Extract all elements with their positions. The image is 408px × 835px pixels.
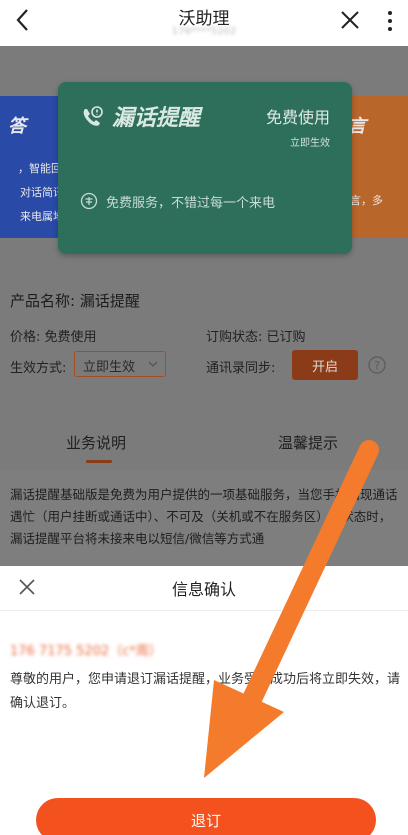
contacts-sync-button[interactable]: 开启 xyxy=(292,350,358,380)
card-left-title: 答 xyxy=(8,116,26,137)
card-right-line: 言，多 xyxy=(350,194,383,207)
confirm-sheet: 信息确认 176 7175 5202（c*周） 尊敬的用户，您申请退订漏话提醒，… xyxy=(0,566,408,835)
unsubscribe-button[interactable]: 退订 xyxy=(36,798,376,835)
card-effect: 立即生效 xyxy=(290,138,330,149)
card-service-desc: 免费服务，不错过每一个来电 xyxy=(106,196,276,211)
svg-text:?: ? xyxy=(374,359,380,372)
carousel-card-main[interactable]: 漏话提醒 免费使用 立即生效 免费服务，不错过每一个来电 xyxy=(58,82,352,254)
product-name: 产品名称: 漏话提醒 xyxy=(10,292,140,310)
divider xyxy=(0,610,408,611)
close-icon[interactable] xyxy=(338,8,362,32)
card-price: 免费使用 xyxy=(266,108,331,127)
more-vertical-icon[interactable] xyxy=(384,10,396,32)
effect-mode-select[interactable]: 立即生效 xyxy=(74,351,166,377)
help-question-icon[interactable]: ? xyxy=(368,356,386,374)
order-status: 订购状态: 已订购 xyxy=(206,330,306,345)
card-left-line: ，智能回 xyxy=(18,162,62,175)
tab-business-description[interactable]: 业务说明 xyxy=(66,432,126,453)
price-label: 价格: 免费使用 xyxy=(10,330,97,345)
tab-warm-tips[interactable]: 温馨提示 xyxy=(278,432,338,453)
masked-phone-number: 176 7175 5202（c*周） xyxy=(10,644,162,659)
card-service-name: 漏话提醒 xyxy=(112,106,201,131)
service-description: 漏话提醒基础版是免费为用户提供的一项基础服务，当您手机出现通话遇忙（用户挂断或通… xyxy=(0,470,408,566)
active-tab-indicator xyxy=(86,460,112,463)
service-detail-page: 答 ，智能回 对话简讯 来电属地 言 言，多 漏话提醒 免费使用 立即生效 免费… xyxy=(0,46,408,566)
chevron-down-icon xyxy=(148,361,158,367)
effect-mode-label: 生效方式: xyxy=(10,361,67,376)
phone-alert-icon xyxy=(83,106,103,126)
unsubscribe-message: 尊敬的用户，您申请退订漏话提醒，业务受理成功后将立即失效，请确认退订。 xyxy=(10,672,401,711)
contacts-sync-label: 通讯录同步: xyxy=(206,361,276,376)
app-header: 沃助理 176****5202 xyxy=(0,0,408,46)
effect-mode-value: 立即生效 xyxy=(83,360,136,375)
sheet-title: 信息确认 xyxy=(171,580,236,599)
enjoy-badge-icon xyxy=(80,192,98,210)
